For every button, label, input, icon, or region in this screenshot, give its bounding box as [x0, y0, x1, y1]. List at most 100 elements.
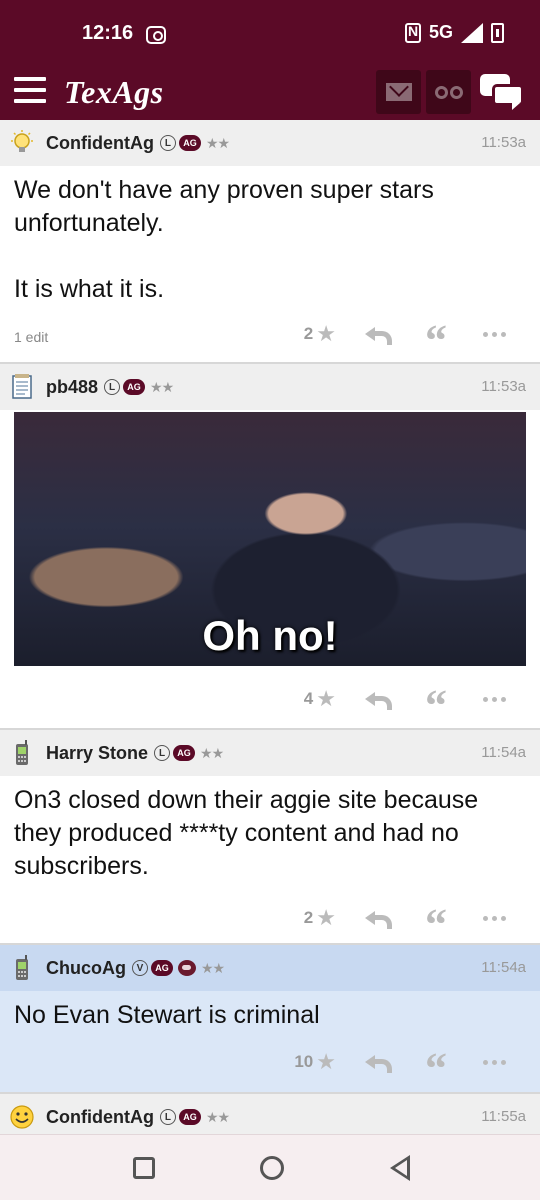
post-header: ConfidentAg L AG ★★ 11:53a [0, 120, 540, 166]
reply-button[interactable] [356, 326, 396, 345]
texags-logo[interactable]: TexAgs [64, 74, 164, 111]
user-stars: ★★ [200, 744, 224, 761]
reply-icon [365, 326, 392, 345]
badge-ag: AG [123, 379, 146, 395]
status-bar: 12:16 5G [0, 0, 540, 64]
system-nav-bar [0, 1134, 540, 1200]
post-paragraph: It is what it is. [14, 275, 165, 303]
gif-caption: Oh no! [202, 612, 338, 659]
post-header: ConfidentAg L AG ★★ 11:55a [0, 1094, 540, 1134]
post-footer: 4 ★ “ [0, 666, 540, 728]
lightbulb-icon [8, 129, 36, 157]
post-time[interactable]: 11:54a [481, 744, 526, 761]
helmet-icon [178, 960, 196, 976]
user-stars: ★★ [205, 1108, 230, 1125]
menu-icon[interactable] [14, 77, 46, 103]
star-count: 4 [303, 689, 314, 708]
post: pb488 L AG ★★ 11:53a Oh no! 4 ★ “ [0, 364, 540, 730]
star-icon: ★ [316, 905, 336, 930]
star-icon: ★ [316, 321, 336, 346]
star-count: 2 [303, 324, 314, 343]
post-footer: 10 ★ “ [0, 1032, 540, 1092]
screen-record-icon [146, 26, 166, 44]
envelope-icon [385, 83, 412, 101]
more-button[interactable] [474, 1059, 514, 1065]
username[interactable]: ConfidentAg [46, 133, 154, 154]
badge-ag: AG [178, 135, 201, 151]
post-gif-image[interactable]: Oh no! [14, 412, 526, 666]
username[interactable]: ConfidentAg [46, 1107, 154, 1128]
username[interactable]: ChucoAg [46, 958, 126, 979]
user-stars: ★★ [150, 378, 174, 395]
app-screen: 12:16 5G TexAgs ConfidentAg L AG ★★ [0, 0, 540, 1200]
post-time[interactable]: 11:55a [481, 1108, 526, 1125]
post-highlighted: ChucoAg V AG ★★ 11:54a No Evan Stewart i… [0, 945, 540, 1094]
quote-button[interactable]: “ [416, 684, 456, 714]
star-rating-button[interactable]: 2 ★ [286, 321, 336, 347]
network-type: 5G [428, 22, 453, 42]
badge-l: L [104, 379, 121, 395]
user-stars: ★★ [201, 959, 225, 976]
post-footer: 1 edit 2 ★ “ [0, 306, 540, 362]
quote-icon: “ [425, 319, 447, 349]
star-rating-button[interactable]: 2 ★ [286, 905, 336, 931]
star-icon: ★ [316, 686, 336, 711]
more-button[interactable] [474, 915, 514, 921]
thread-feed[interactable]: ConfidentAg L AG ★★ 11:53a We don't have… [0, 120, 540, 1134]
more-button[interactable] [474, 696, 514, 702]
star-rating-button[interactable]: 4 ★ [286, 686, 336, 712]
quote-icon: “ [425, 684, 447, 714]
badge-ag: AG [173, 745, 196, 761]
post: ConfidentAg L AG ★★ 11:55a [0, 1094, 540, 1134]
messages-button[interactable] [376, 70, 421, 114]
phone-icon [8, 739, 36, 767]
recents-button[interactable] [133, 1157, 155, 1179]
battery-icon [491, 22, 504, 43]
reply-icon [365, 691, 392, 710]
status-time: 12:16 [82, 22, 134, 44]
nfc-icon [404, 22, 421, 43]
post-header: Harry Stone L AG ★★ 11:54a [0, 730, 540, 776]
reply-button[interactable] [356, 1054, 396, 1073]
quote-button[interactable]: “ [416, 903, 456, 933]
post-paragraph: We don't have any proven super stars unf… [14, 176, 434, 237]
post-time[interactable]: 11:53a [481, 134, 526, 151]
post-time[interactable]: 11:53a [481, 378, 526, 395]
phone-icon [8, 954, 36, 982]
quote-icon: “ [425, 903, 447, 933]
username[interactable]: Harry Stone [46, 743, 148, 764]
post-time[interactable]: 11:54a [481, 959, 526, 976]
reply-button[interactable] [356, 910, 396, 929]
post-actions: 10 ★ “ [286, 1032, 514, 1092]
binoculars-icon [434, 85, 463, 99]
username[interactable]: pb488 [46, 377, 98, 398]
badge-l: L [154, 745, 171, 761]
star-count: 2 [303, 908, 314, 927]
quote-icon: “ [425, 1047, 447, 1077]
post-body: No Evan Stewart is criminal [0, 991, 540, 1032]
quote-button[interactable]: “ [416, 1047, 456, 1077]
more-button[interactable] [474, 331, 514, 337]
app-header: TexAgs [0, 64, 540, 120]
post-actions: 2 ★ “ [286, 883, 514, 953]
home-button[interactable] [260, 1156, 284, 1180]
star-icon: ★ [316, 1049, 336, 1074]
user-stars: ★★ [205, 134, 230, 151]
watch-button[interactable] [426, 70, 471, 114]
post-footer: 2 ★ “ [0, 883, 540, 943]
edit-note[interactable]: 1 edit [14, 329, 48, 345]
badge-ag: AG [178, 1109, 201, 1125]
reply-button[interactable] [356, 691, 396, 710]
chat-bubbles-icon[interactable] [478, 72, 526, 112]
signal-icon [461, 22, 483, 43]
badge-l: L [159, 135, 176, 151]
post-body: On3 closed down their aggie site because… [0, 776, 540, 883]
post-paragraph: No Evan Stewart is criminal [14, 1001, 320, 1029]
back-button[interactable] [390, 1155, 410, 1181]
notepad-icon [8, 373, 36, 401]
post-paragraph: On3 closed down their aggie site because… [14, 786, 479, 880]
reply-icon [365, 910, 392, 929]
star-rating-button[interactable]: 10 ★ [286, 1049, 336, 1075]
post-actions: 4 ★ “ [286, 666, 514, 732]
quote-button[interactable]: “ [416, 319, 456, 349]
